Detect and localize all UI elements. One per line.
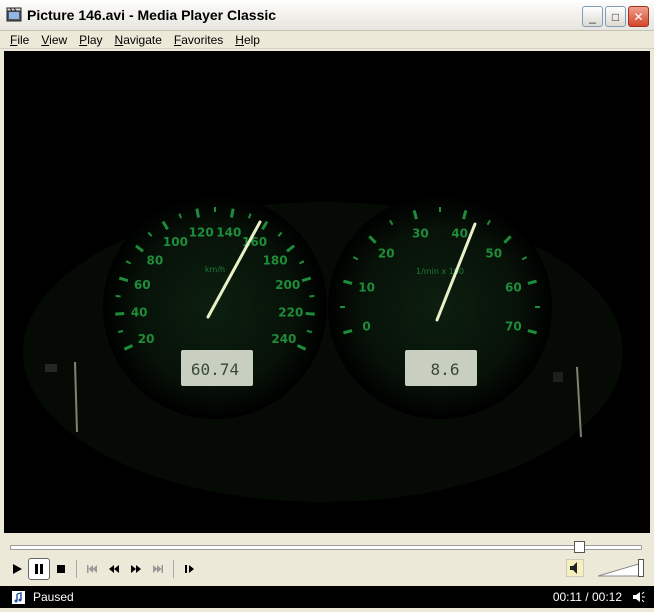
tacho-label: 0: [362, 320, 370, 334]
maximize-button[interactable]: □: [605, 6, 626, 27]
status-bar: Paused 00:11 / 00:12: [0, 586, 654, 608]
pause-button[interactable]: [28, 558, 50, 580]
menu-bar: File View Play Navigate Favorites Help: [0, 31, 654, 49]
speedo-label: 80: [147, 253, 164, 267]
tachometer: 0102030 40506070 1/min x 100 8.6: [328, 195, 552, 419]
speedo-tick: [306, 329, 313, 334]
skip-back-icon: [87, 565, 97, 573]
tacho-label: 40: [451, 227, 468, 241]
pause-icon: [35, 564, 43, 574]
play-button[interactable]: [6, 558, 28, 580]
time-display: 00:11 / 00:12: [552, 590, 622, 604]
speedo-label: 240: [271, 332, 296, 346]
volume-status-icon: [632, 590, 646, 607]
menu-file[interactable]: File: [4, 33, 35, 47]
volume-thumb[interactable]: [638, 559, 644, 577]
seek-thumb[interactable]: [573, 541, 585, 553]
speedo-label: 120: [189, 225, 214, 239]
stop-button[interactable]: [50, 558, 72, 580]
seek-track[interactable]: [10, 545, 642, 550]
skip-forward-icon: [153, 565, 163, 573]
speedo-tick: [305, 311, 315, 316]
tacho-label: 20: [378, 246, 395, 260]
audio-file-icon: [12, 590, 25, 604]
speedo-label: 20: [138, 332, 155, 346]
close-button[interactable]: ✕: [628, 6, 649, 27]
mute-button[interactable]: [565, 558, 585, 578]
window-title: Picture 146.avi - Media Player Classic: [27, 7, 277, 23]
playback-toolbar: [0, 556, 654, 582]
speedo-tick: [115, 294, 121, 298]
menu-help[interactable]: Help: [229, 33, 266, 47]
menu-play[interactable]: Play: [73, 33, 108, 47]
toolbar-separator: [76, 560, 77, 578]
speedo-tick: [195, 208, 200, 218]
tacho-label: 10: [358, 280, 375, 294]
speedometer: 20406080100120 140160180200220240 km/h 60…: [103, 195, 327, 419]
speedo-label: 140: [216, 225, 241, 239]
next-button[interactable]: [147, 558, 169, 580]
fast-forward-button[interactable]: [125, 558, 147, 580]
speedo-tick: [115, 311, 125, 316]
speedo-tick: [230, 208, 235, 218]
speedo-label: 200: [275, 278, 300, 292]
title-bar[interactable]: Picture 146.avi - Media Player Classic _…: [0, 0, 654, 31]
play-icon: [13, 564, 22, 574]
rewind-button[interactable]: [103, 558, 125, 580]
speaker-icon: [566, 559, 584, 577]
tacho-label: 70: [505, 320, 522, 334]
video-display[interactable]: 20 40 60 80 100 120 140 160 180 200 220 240 km/h 60…: [4, 51, 650, 533]
speedo-label: 220: [278, 305, 303, 319]
tacho-label: 50: [485, 246, 502, 260]
speedo-tick: [117, 329, 124, 334]
tacho-label: 30: [412, 227, 429, 241]
minimize-button[interactable]: _: [582, 6, 603, 27]
window-controls: _ □ ✕: [582, 6, 649, 27]
speedo-label: 60: [134, 278, 151, 292]
speedo-lcd-text: 60.74: [191, 360, 239, 379]
playback-status: Paused: [33, 590, 74, 604]
seek-bar[interactable]: [0, 536, 654, 556]
menu-favorites[interactable]: Favorites: [168, 33, 229, 47]
film-icon[interactable]: [6, 7, 22, 23]
speedo-label: 40: [131, 305, 148, 319]
menu-view[interactable]: View: [35, 33, 73, 47]
fast-forward-icon: [131, 565, 141, 573]
tacho-lcd-text: 8.6: [431, 360, 460, 379]
frame-step-button[interactable]: [178, 558, 200, 580]
volume-slider[interactable]: [597, 559, 644, 577]
speedo-label: 100: [163, 235, 188, 249]
rewind-icon: [109, 565, 119, 573]
previous-button[interactable]: [81, 558, 103, 580]
frame-step-icon: [185, 565, 194, 573]
speedo-unit-label: km/h: [205, 265, 225, 274]
menu-navigate[interactable]: Navigate: [109, 33, 168, 47]
stop-icon: [57, 565, 65, 573]
speedo-label: 180: [263, 253, 288, 267]
dashboard-frame: 20406080100120 140160180200220240 km/h 60…: [5, 52, 649, 532]
speedo-tick: [309, 294, 315, 298]
toolbar-separator: [173, 560, 174, 578]
tacho-label: 60: [505, 280, 522, 294]
